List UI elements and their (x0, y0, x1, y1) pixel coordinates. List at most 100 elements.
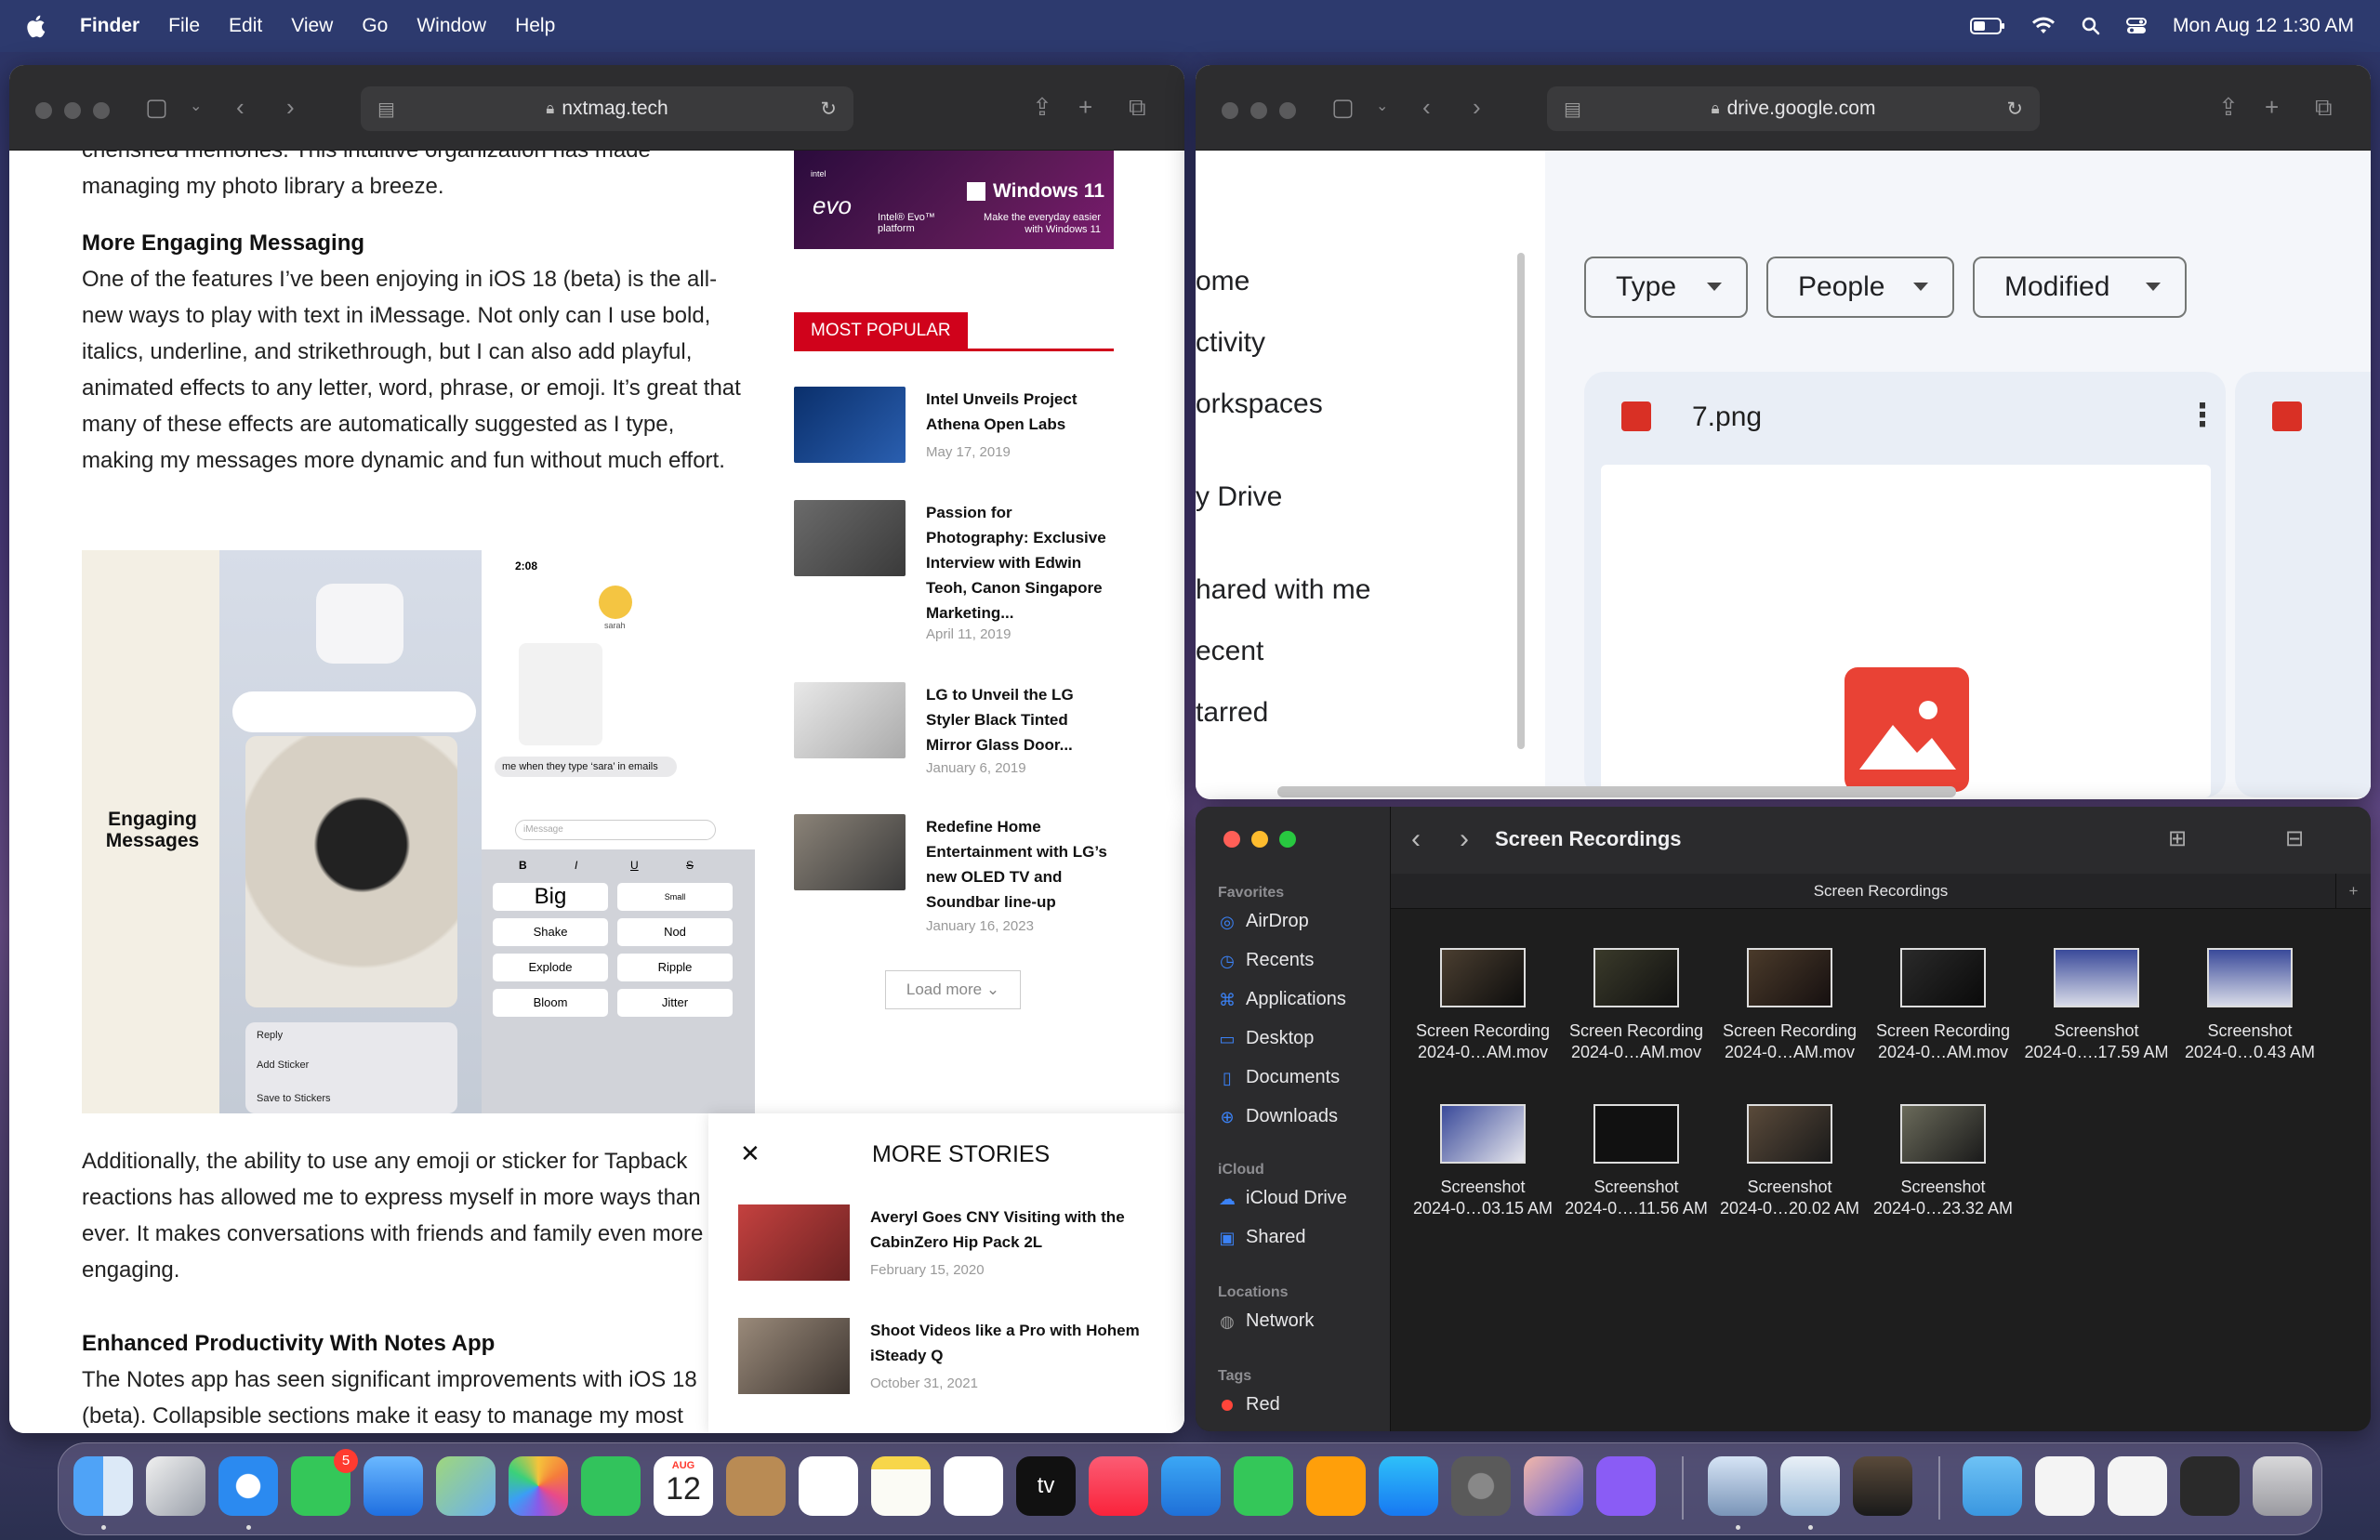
close-button[interactable] (1223, 831, 1240, 848)
ad-banner[interactable]: intel evo Intel® Evo™ platform Windows 1… (794, 151, 1114, 249)
story-title[interactable]: Shoot Videos like a Pro with Hohem iStea… (870, 1318, 1168, 1368)
sidebar-item-downloads[interactable]: ⊕ Downloads (1218, 1106, 1338, 1127)
nav-my-drive[interactable]: y Drive (1196, 481, 1282, 513)
file-item[interactable]: Screenshot 2024-0…03.15 AM (1406, 1104, 1560, 1219)
share-icon[interactable]: ⇪ (2218, 95, 2239, 119)
file-card[interactable] (2235, 372, 2371, 797)
popular-item[interactable]: Passion for Photography: Exclusive Inter… (794, 500, 1114, 649)
system-settings-icon[interactable] (1451, 1456, 1511, 1516)
address-bar[interactable]: ▤ 🔒︎ nxtmag.tech ↻ (361, 86, 853, 131)
nav-workspaces[interactable]: orkspaces (1196, 388, 1323, 420)
popular-title[interactable]: LG to Unveil the LG Styler Black Tinted … (926, 682, 1114, 757)
popular-title[interactable]: Passion for Photography: Exclusive Inter… (926, 500, 1114, 625)
folder-icon[interactable] (1963, 1456, 2022, 1516)
story-item[interactable]: Shoot Videos like a Pro with Hohem iStea… (738, 1318, 1175, 1402)
nav-scrollbar[interactable] (1517, 253, 1525, 749)
pages-icon[interactable] (1306, 1456, 1366, 1516)
menu-go[interactable]: Go (362, 15, 388, 37)
back-icon[interactable]: ‹ (1422, 95, 1431, 119)
spotlight-search-icon[interactable] (2082, 17, 2100, 35)
file-item[interactable]: Screenshot 2024-0….17.59 AM (2019, 948, 2174, 1063)
file-card[interactable]: 7.png ⋮ (1584, 372, 2226, 797)
control-center-icon[interactable] (2126, 17, 2148, 35)
popular-title[interactable]: Redefine Home Entertainment with LG’s ne… (926, 814, 1114, 915)
story-title[interactable]: Averyl Goes CNY Visiting with the CabinZ… (870, 1204, 1168, 1255)
close-icon[interactable]: ✕ (740, 1139, 760, 1168)
chevron-down-icon[interactable]: ⌄ (1376, 95, 1388, 119)
file-item[interactable]: Screen Recording 2024-0…AM.mov (1712, 948, 1867, 1063)
sidebar-toggle-icon[interactable]: ▢ (145, 95, 168, 119)
file-preview[interactable] (1601, 465, 2211, 797)
game-icon[interactable] (1853, 1456, 1912, 1516)
new-tab-icon[interactable]: + (1078, 95, 1092, 119)
horizontal-scrollbar[interactable] (1277, 786, 1956, 797)
zoom-button[interactable] (1279, 831, 1296, 848)
add-tab-icon[interactable]: + (2335, 874, 2371, 909)
sidebar-item-tag-red[interactable]: Red (1218, 1394, 1280, 1415)
filter-people[interactable]: People (1766, 257, 1954, 318)
screenshot-stack-icon[interactable] (2180, 1456, 2240, 1516)
nav-spam[interactable]: pam (1196, 790, 1250, 799)
sidebar-item-desktop[interactable]: ▭ Desktop (1218, 1028, 1314, 1049)
story-thumbnail[interactable] (738, 1204, 850, 1281)
sidebar-item-applications[interactable]: ⌘ Applications (1218, 989, 1346, 1010)
popular-thumbnail[interactable] (794, 814, 906, 890)
sidebar-item-shared[interactable]: ▣ Shared (1218, 1227, 1305, 1248)
popular-item[interactable]: LG to Unveil the LG Styler Black Tinted … (794, 682, 1114, 784)
reload-icon[interactable]: ↻ (2006, 98, 2023, 121)
nav-recent[interactable]: ecent (1196, 636, 1263, 667)
keynote-icon[interactable] (1161, 1456, 1221, 1516)
numbers-icon[interactable] (1234, 1456, 1293, 1516)
menubar-clock[interactable]: Mon Aug 12 1:30 AM (2173, 15, 2354, 37)
messages-icon[interactable]: 5 (291, 1449, 358, 1516)
facetime-icon[interactable] (581, 1456, 641, 1516)
address-bar[interactable]: ▤ 🔒︎ drive.google.com ↻ (1547, 86, 2040, 131)
sidebar-item-airdrop[interactable]: ◎ AirDrop (1218, 911, 1309, 932)
forward-icon[interactable]: › (1473, 95, 1481, 119)
group-icon[interactable]: ⊟ (2285, 825, 2304, 852)
tab-overview-icon[interactable]: ⧉ (2315, 95, 2333, 119)
sidebar-item-icloud-drive[interactable]: ☁ iCloud Drive (1218, 1188, 1347, 1209)
document-stack-icon[interactable] (2035, 1456, 2095, 1516)
calendar-icon[interactable]: AUG 12 (654, 1456, 713, 1516)
menu-file[interactable]: File (168, 15, 200, 37)
popular-thumbnail[interactable] (794, 500, 906, 576)
finder-icon[interactable] (73, 1456, 133, 1516)
maps-icon[interactable] (436, 1456, 496, 1516)
page-menu-icon[interactable]: ▤ (377, 98, 395, 121)
more-options-icon[interactable]: ⋮ (2187, 400, 2218, 431)
safari-icon[interactable] (218, 1456, 278, 1516)
sidebar-item-network[interactable]: ◍ Network (1218, 1310, 1314, 1332)
menu-view[interactable]: View (291, 15, 333, 37)
freeform-icon[interactable] (944, 1456, 1003, 1516)
reload-icon[interactable]: ↻ (820, 98, 837, 121)
sidebar-item-recents[interactable]: ◷ Recents (1218, 950, 1314, 971)
launchpad-icon[interactable] (146, 1456, 205, 1516)
battery-icon[interactable] (1970, 17, 2005, 35)
story-thumbnail[interactable] (738, 1318, 850, 1394)
maps-finder-icon[interactable] (1780, 1456, 1840, 1516)
filter-modified[interactable]: Modified (1973, 257, 2187, 318)
nav-starred[interactable]: tarred (1196, 697, 1268, 729)
share-icon[interactable]: ⇪ (1032, 95, 1052, 119)
popular-thumbnail[interactable] (794, 682, 906, 758)
file-name[interactable]: 7.png (1692, 401, 1762, 433)
file-item[interactable]: Screen Recording 2024-0…AM.mov (1866, 948, 2020, 1063)
minimize-button[interactable] (1251, 831, 1268, 848)
file-item[interactable]: Screen Recording 2024-0…AM.mov (1406, 948, 1560, 1063)
icon-view-icon[interactable]: ⊞ (2168, 825, 2187, 852)
nav-shared-with-me[interactable]: hared with me (1196, 574, 1370, 606)
menu-window[interactable]: Window (416, 15, 486, 37)
file-item[interactable]: Screenshot 2024-0…23.32 AM (1866, 1104, 2020, 1219)
filter-type[interactable]: Type (1584, 257, 1748, 318)
file-item[interactable]: Screenshot 2024-0….11.56 AM (1559, 1104, 1713, 1219)
nav-home[interactable]: ome (1196, 266, 1250, 297)
sidebar-toggle-icon[interactable]: ▢ (1331, 95, 1355, 119)
minimize-button[interactable] (1250, 102, 1267, 119)
forward-icon[interactable]: › (1460, 823, 1469, 855)
contacts-icon[interactable] (726, 1456, 786, 1516)
file-item[interactable]: Screenshot 2024-0…0.43 AM (2173, 948, 2327, 1063)
wifi-icon[interactable] (2031, 17, 2056, 35)
popular-title[interactable]: Intel Unveils Project Athena Open Labs (926, 387, 1114, 437)
chevron-down-icon[interactable]: ⌄ (190, 95, 202, 119)
